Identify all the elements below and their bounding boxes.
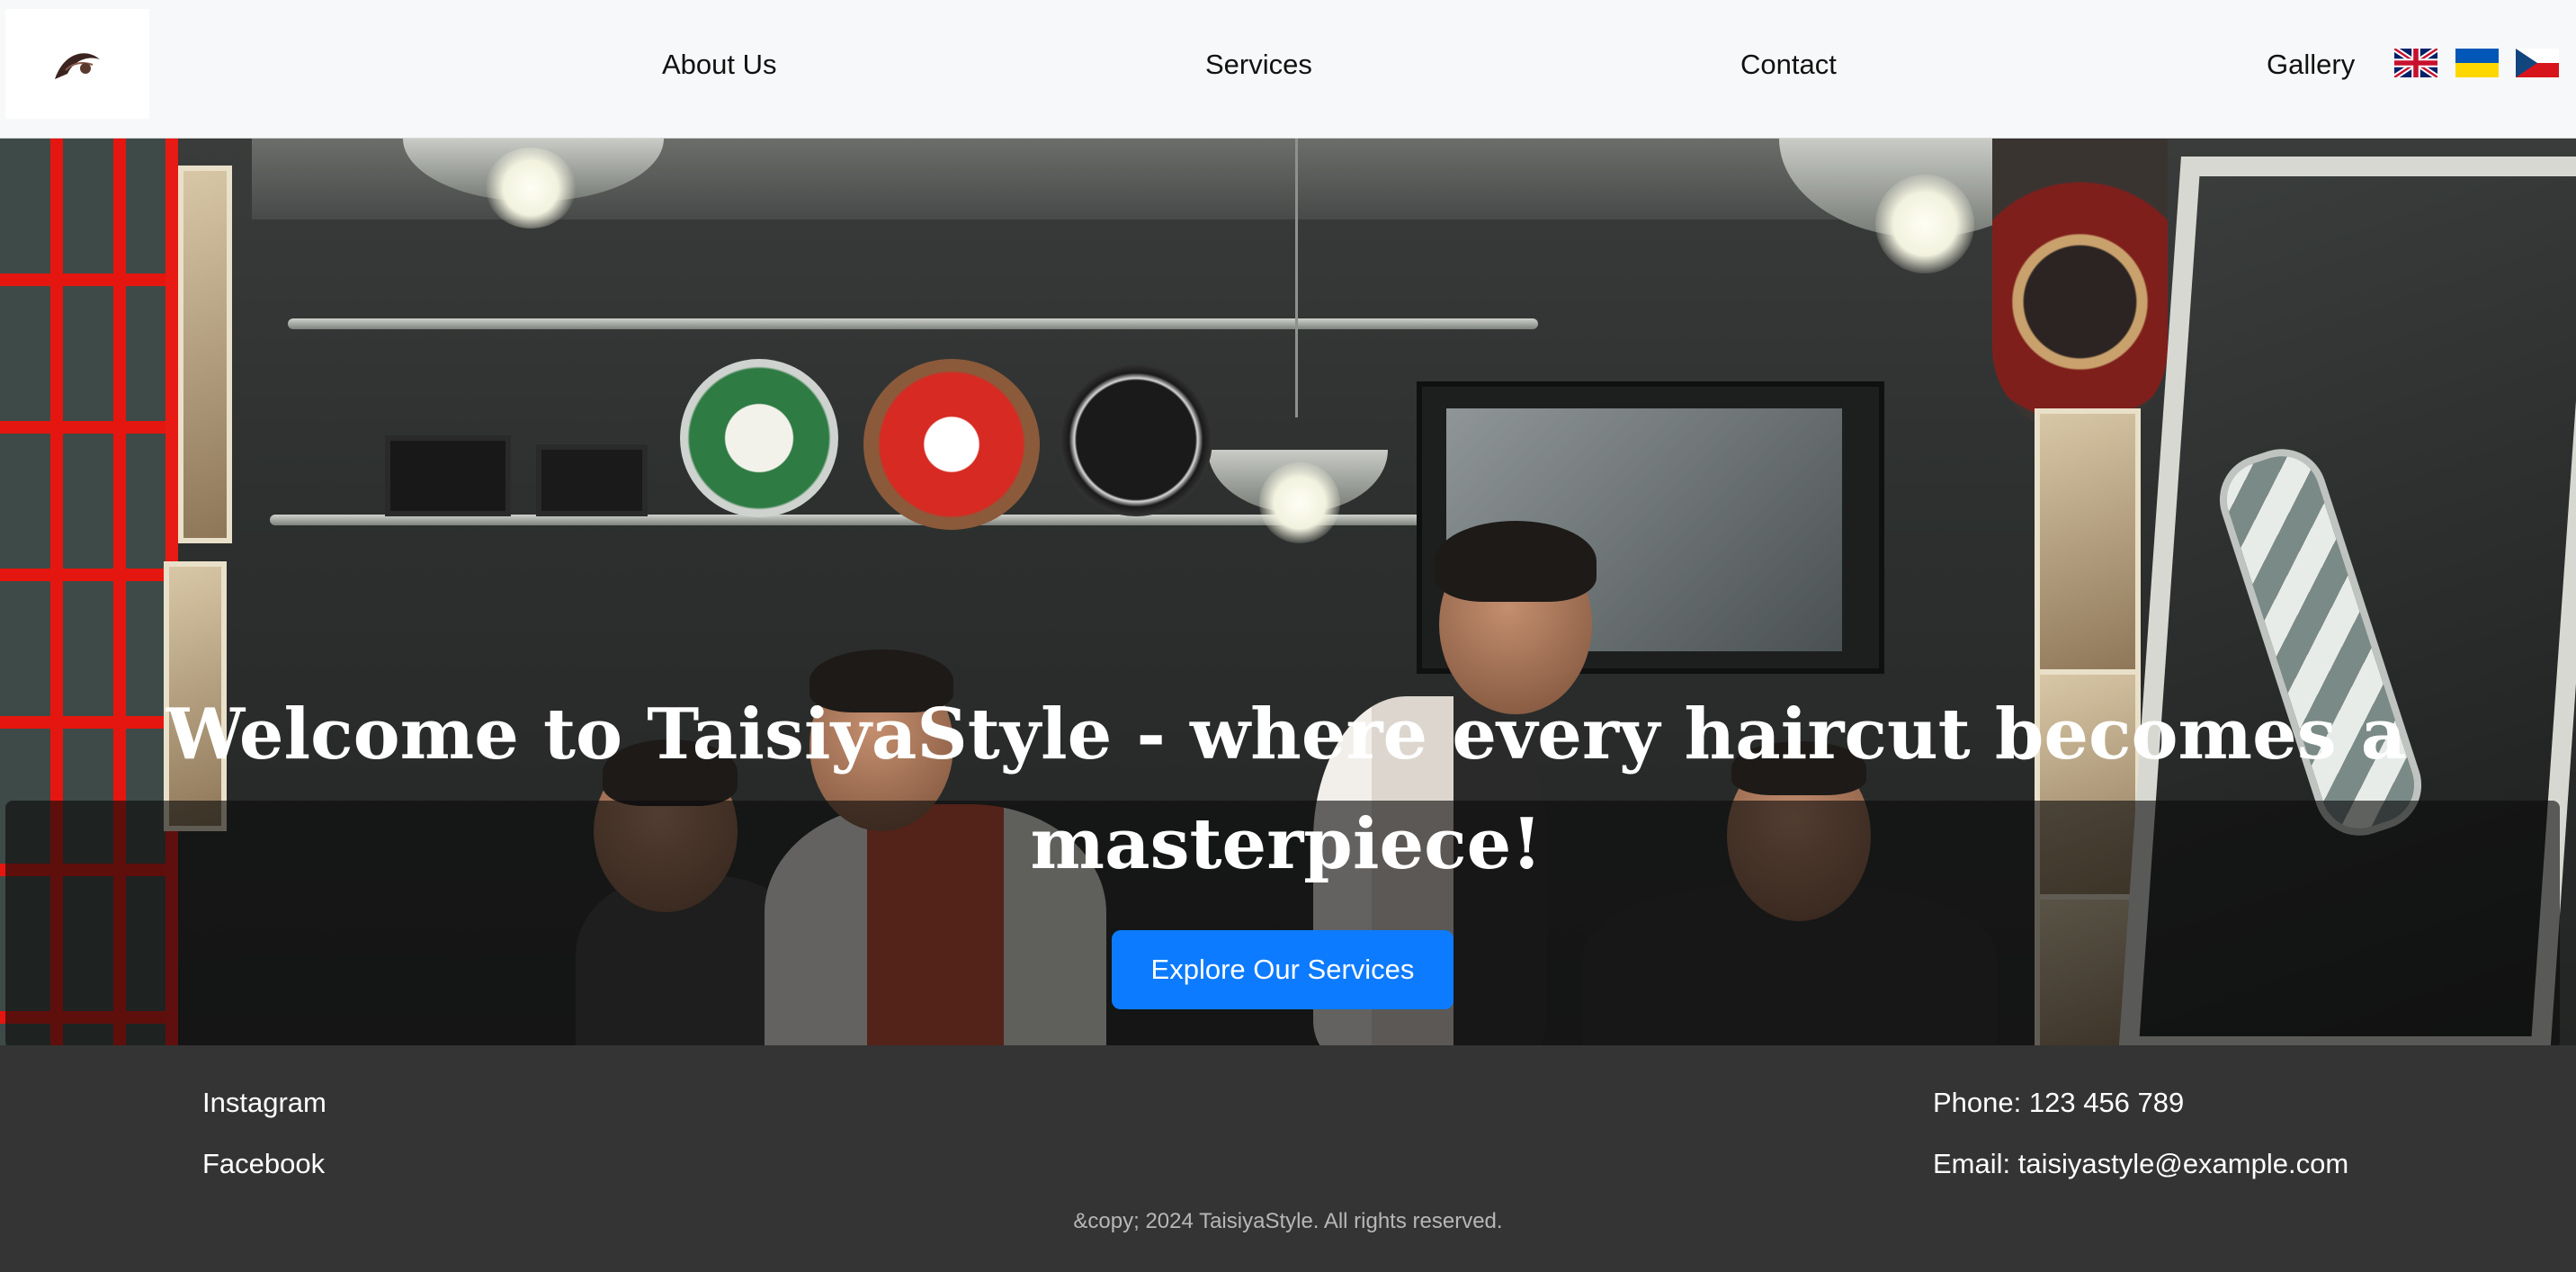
heineken-cap	[680, 359, 838, 517]
wall-pipe	[288, 318, 1538, 329]
wall-frame	[2035, 408, 2141, 678]
nav-contact[interactable]: Contact	[1740, 47, 1837, 83]
phone-text: Phone: 123 456 789	[1933, 1087, 2185, 1118]
explore-services-button[interactable]: Explore Our Services	[1112, 930, 1453, 1009]
site-logo[interactable]	[5, 9, 149, 119]
lamp-bulb	[486, 148, 576, 228]
logo-emblem-icon	[55, 53, 100, 79]
motor-oil-sign	[1992, 139, 2168, 435]
instagram-link[interactable]: Instagram	[202, 1085, 326, 1121]
facebook-link[interactable]: Facebook	[202, 1146, 325, 1182]
czech-flag-icon[interactable]	[2516, 49, 2559, 77]
beer-sign	[385, 435, 511, 516]
beer-sign	[536, 444, 648, 516]
wall-frame	[178, 166, 232, 543]
nav-services[interactable]: Services	[1205, 47, 1312, 83]
lamp-bulb	[1875, 175, 1974, 273]
email-text: Email: taisiyastyle@example.com	[1933, 1148, 2349, 1179]
nav-about-us[interactable]: About Us	[662, 47, 777, 83]
barber-hair	[1435, 521, 1597, 602]
uk-flag-icon[interactable]	[2394, 49, 2437, 77]
nav-gallery[interactable]: Gallery	[2267, 47, 2355, 83]
hero-title: Welcome to TaisiyaStyle - where every ha…	[165, 694, 2407, 885]
site-header: About Us Services Contact Gallery	[0, 0, 2576, 139]
lamp-bulb	[1259, 462, 1340, 543]
lamp-cord	[1295, 139, 1298, 417]
ukraine-flag-icon[interactable]	[2455, 49, 2499, 77]
hero-section	[0, 139, 2576, 1045]
copyright-text: &copy; 2024 TaisiyaStyle. All rights res…	[1073, 1209, 1503, 1233]
budweiser-cap	[863, 359, 1040, 530]
jack-daniels-cap	[1060, 363, 1212, 516]
